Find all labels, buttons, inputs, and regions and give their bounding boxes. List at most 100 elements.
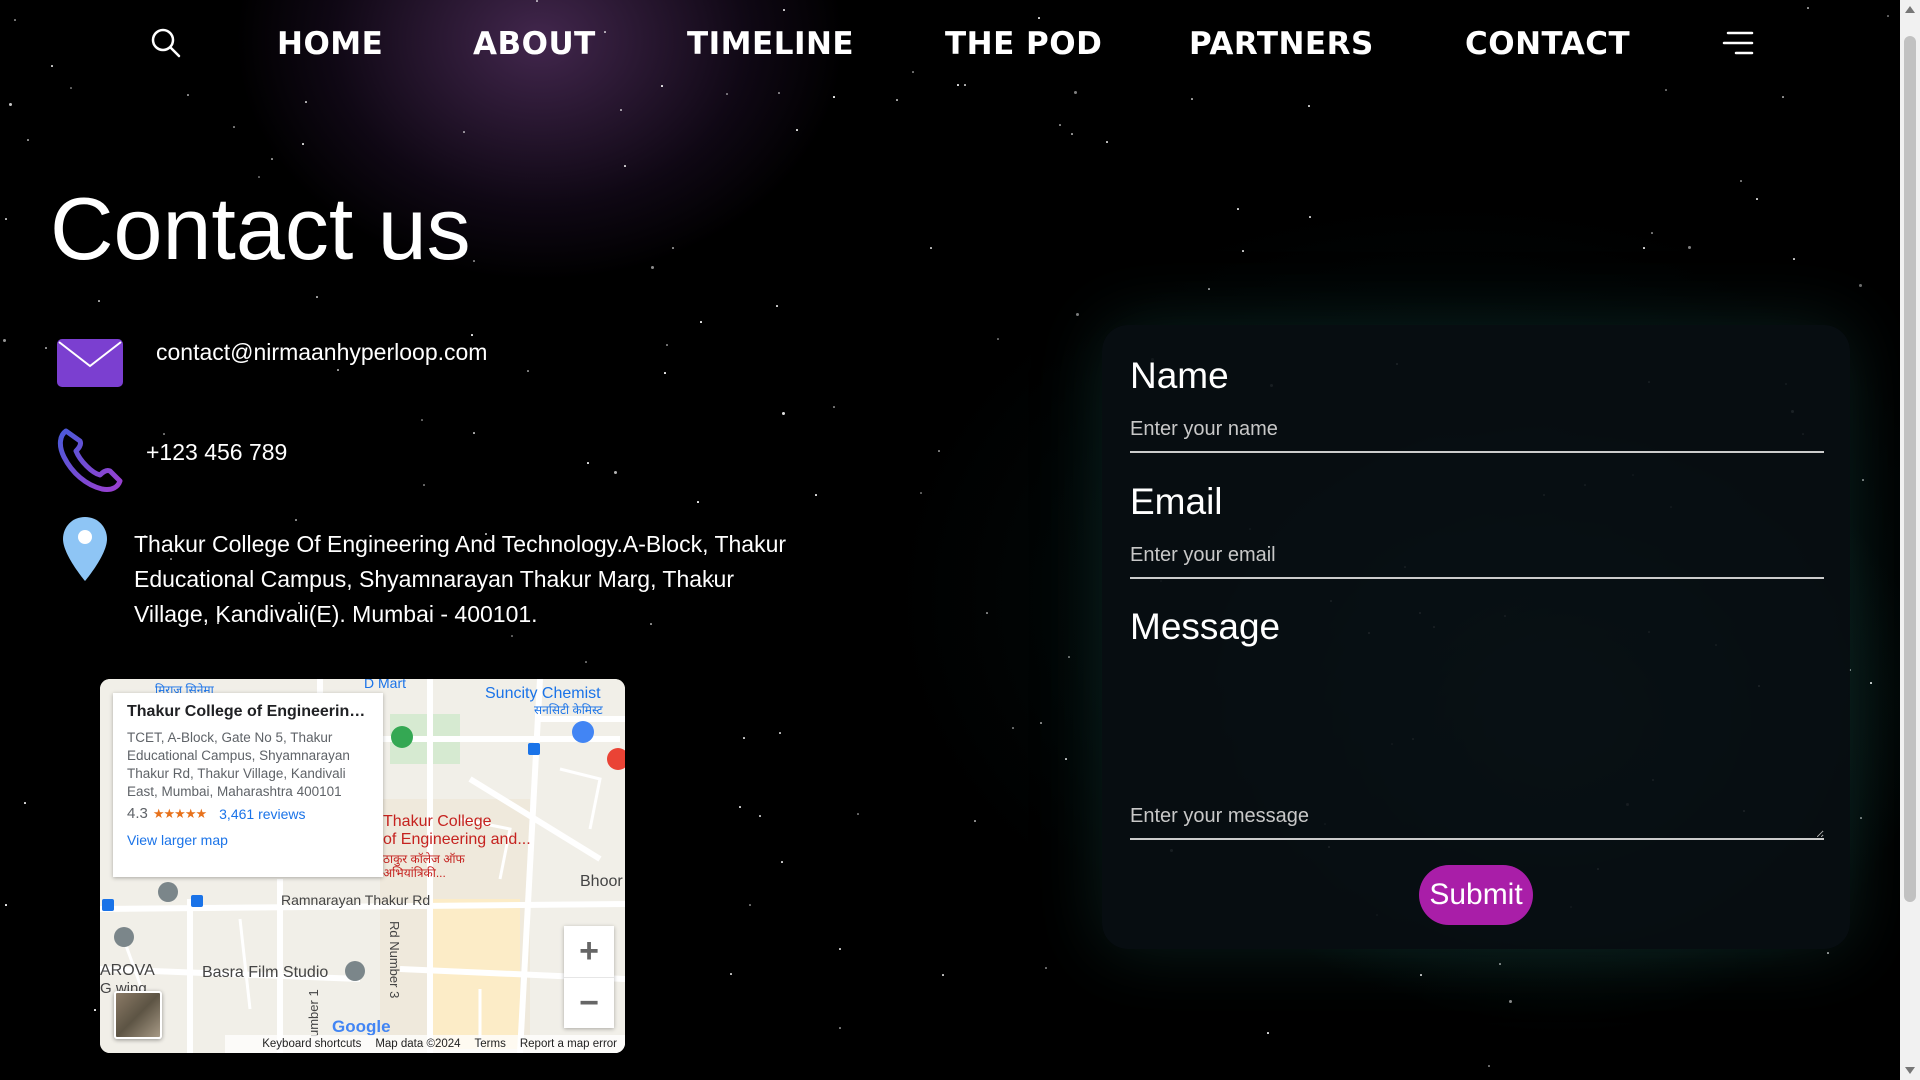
page-title: Contact us — [50, 179, 471, 278]
map-place-title: Thakur College of Engineering... — [127, 703, 369, 720]
star-dot — [620, 109, 622, 111]
map-place-card: Thakur College of Engineering... TCET, A… — [113, 693, 383, 877]
star-dot — [27, 139, 29, 141]
google-logo: Google — [332, 1017, 391, 1036]
star-dot — [511, 635, 513, 637]
map-reviews-link[interactable]: 3,461 reviews — [219, 806, 305, 822]
star-dot — [463, 131, 465, 133]
star-dot — [778, 92, 780, 94]
zoom-out-button[interactable]: − — [564, 977, 614, 1028]
star-dot — [187, 94, 189, 96]
star-dot — [1420, 974, 1422, 976]
map-report-error-link[interactable]: Report a map error — [520, 1038, 617, 1050]
map-terms-link[interactable]: Terms — [475, 1038, 506, 1050]
map-label-tcet-hi-2: अभियांत्रिकी... — [383, 866, 446, 880]
star-dot — [624, 165, 626, 167]
name-field[interactable] — [1130, 413, 1824, 453]
contact-phone[interactable]: +123 456 789 — [146, 435, 287, 470]
star-dot — [743, 737, 745, 739]
map-label-tcet-2: of Engineering and... — [383, 831, 531, 848]
star-dot — [3, 339, 6, 342]
star-dot — [730, 973, 732, 975]
submit-button[interactable]: Submit — [1419, 865, 1533, 925]
map-label-arova: AROVA — [100, 962, 155, 979]
map-label-tcet-1: Thakur College — [383, 813, 492, 830]
star-dot — [1862, 479, 1864, 481]
map-satellite-toggle[interactable] — [114, 991, 162, 1039]
star-dot — [776, 305, 778, 307]
star-dot — [1045, 967, 1047, 969]
star-dot — [839, 948, 841, 950]
star-dot — [920, 492, 922, 494]
star-dot — [974, 820, 976, 822]
location-pin-icon — [60, 515, 110, 588]
page-scrollbar[interactable] — [1900, 0, 1920, 1080]
star-dot — [1106, 141, 1108, 143]
top-navigation: HOME ABOUT TIMELINE THE POD PARTNERS CON… — [0, 0, 1900, 90]
star-dot — [473, 432, 475, 434]
star-dot — [1688, 246, 1691, 249]
star-dot — [839, 1027, 841, 1029]
star-dot — [651, 266, 654, 269]
star-dot — [1308, 105, 1310, 107]
star-dot — [9, 103, 12, 106]
message-field[interactable] — [1130, 755, 1824, 840]
star-dot — [815, 494, 817, 496]
star-dot — [779, 732, 781, 734]
star-dot — [423, 484, 425, 486]
star-dot — [5, 904, 7, 906]
contact-address-row: Thakur College Of Engineering And Techno… — [60, 515, 790, 632]
star-dot — [421, 419, 423, 421]
nav-home[interactable]: HOME — [277, 26, 383, 62]
star-dot — [1859, 284, 1862, 287]
scrollbar-thumb[interactable] — [1904, 36, 1916, 902]
star-dot — [271, 158, 273, 160]
map-keyboard-shortcuts[interactable]: Keyboard shortcuts — [262, 1038, 361, 1050]
star-dot — [1068, 656, 1070, 658]
star-dot — [857, 813, 859, 815]
contact-email[interactable]: contact@nirmaanhyperloop.com — [156, 335, 487, 370]
star-dot — [739, 806, 741, 808]
nav-contact[interactable]: CONTACT — [1465, 26, 1630, 62]
contact-email-row: contact@nirmaanhyperloop.com — [56, 338, 487, 393]
star-dot — [1242, 250, 1244, 252]
nav-the-pod[interactable]: THE POD — [945, 26, 1102, 62]
rating-stars-icon: ★★★★★ — [152, 805, 207, 821]
nav-partners[interactable]: PARTNERS — [1189, 26, 1374, 62]
star-dot — [1076, 313, 1079, 316]
star-dot — [1499, 963, 1501, 965]
star-dot — [1827, 952, 1829, 954]
zoom-in-button[interactable]: + — [564, 926, 614, 977]
star-dot — [5, 218, 7, 220]
star-dot — [997, 338, 999, 340]
search-icon[interactable] — [150, 27, 182, 59]
map-footer: Keyboard shortcuts Map data ©2024 Terms … — [225, 1035, 625, 1053]
star-dot — [938, 450, 940, 452]
star-dot — [942, 974, 944, 976]
star-dot — [986, 612, 988, 614]
star-dot — [473, 260, 475, 262]
star-dot — [98, 300, 100, 302]
star-dot — [1071, 133, 1073, 135]
star-dot — [1782, 96, 1784, 98]
star-dot — [1074, 91, 1077, 94]
star-dot — [796, 129, 798, 131]
star-dot — [614, 471, 617, 474]
map-label-suncity-hi: सनसिटी केमिस्ट — [534, 703, 603, 717]
star-dot — [1870, 682, 1872, 684]
email-field[interactable] — [1130, 539, 1824, 579]
view-larger-map-link[interactable]: View larger map — [127, 832, 369, 848]
nav-timeline[interactable]: TIMELINE — [687, 26, 854, 62]
map-label-rd-number: Rd Number 3 — [387, 921, 402, 999]
hamburger-menu-icon[interactable] — [1722, 30, 1754, 56]
scroll-up-arrow-icon[interactable] — [1905, 6, 1915, 13]
nav-about[interactable]: ABOUT — [473, 26, 596, 62]
scroll-down-arrow-icon[interactable] — [1905, 1067, 1915, 1074]
star-dot — [45, 347, 47, 349]
email-label: Email — [1130, 481, 1223, 522]
star-dot — [1860, 817, 1862, 819]
embedded-map[interactable]: मिराज सिनेमा D Mart Suncity Chemist सनसि… — [100, 679, 625, 1053]
map-data-attribution: Map data ©2024 — [375, 1038, 461, 1050]
star-dot — [1488, 1065, 1490, 1067]
name-label: Name — [1130, 355, 1229, 396]
